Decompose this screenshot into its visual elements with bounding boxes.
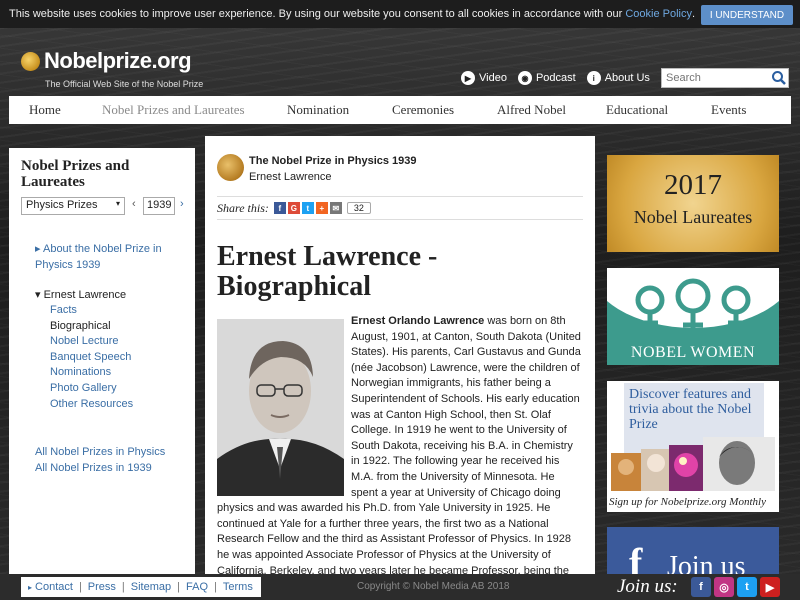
instagram-icon[interactable]: ◎: [714, 577, 734, 597]
promo-collage-image: [611, 437, 775, 491]
nav-alfred-nobel[interactable]: Alfred Nobel: [497, 102, 566, 118]
subnav-nobel-lecture[interactable]: Nobel Lecture: [50, 334, 133, 350]
promo-2017-laureates[interactable]: 2017 Nobel Laureates: [607, 155, 779, 252]
subnav-other-resources[interactable]: Other Resources: [50, 397, 133, 413]
video-label: Video: [479, 72, 507, 84]
email-share-icon[interactable]: ✉: [329, 202, 342, 214]
cookie-text: This website uses cookies to improve use…: [9, 8, 623, 20]
about-us-label: About Us: [604, 72, 650, 84]
year-field[interactable]: 1939: [143, 197, 175, 215]
logo-medal-icon[interactable]: [21, 52, 40, 71]
footer-links: ▸ Contact | Press | Sitemap | FAQ | Term…: [21, 577, 261, 597]
promo-monthly-signup[interactable]: Discover features and trivia about the N…: [607, 381, 779, 512]
promo-women-label: NOBEL WOMEN: [630, 344, 756, 361]
year-prev-icon[interactable]: ‹: [132, 198, 136, 210]
footer-press[interactable]: Press: [88, 581, 116, 593]
nav-ceremonies[interactable]: Ceremonies: [392, 102, 454, 118]
footer-sitemap[interactable]: Sitemap: [131, 581, 171, 593]
nav-prizes-laureates[interactable]: Nobel Prizes and Laureates: [102, 102, 245, 118]
footer-faq[interactable]: FAQ: [186, 581, 208, 593]
category-value: Physics Prizes: [26, 199, 98, 211]
biography-text: Ernest Orlando Lawrence was born on 8th …: [217, 314, 582, 595]
laureate-name: Ernest Lawrence: [249, 171, 332, 183]
main-nav: Home Nobel Prizes and Laureates Nominati…: [9, 96, 791, 124]
footer-contact[interactable]: Contact: [35, 581, 73, 593]
nav-nomination[interactable]: Nomination: [287, 102, 349, 118]
podcast-label: Podcast: [535, 72, 576, 84]
page-title: Ernest Lawrence - Biographical: [217, 241, 438, 302]
all-physics-link[interactable]: All Nobel Prizes in Physics: [35, 444, 165, 460]
sidebar-item-current[interactable]: ▾ Ernest Lawrence: [35, 288, 126, 301]
search-icon[interactable]: [771, 70, 787, 86]
site-logo[interactable]: Nobelprize.org: [44, 48, 192, 74]
info-icon: i: [586, 71, 601, 85]
join-us-label: Join us:: [617, 576, 678, 597]
cookie-accept-button[interactable]: I UNDERSTAND: [701, 5, 793, 25]
biography-name: Ernest Orlando Lawrence: [351, 315, 485, 327]
promo-nobel-women[interactable]: NOBEL WOMEN: [607, 268, 779, 365]
top-links: ▶ Video ◉ Podcast i About Us: [461, 71, 650, 85]
sidebar-item-about[interactable]: ▸ About the Nobel Prize in Physics 1939: [35, 241, 185, 273]
youtube-icon[interactable]: ▶: [760, 577, 780, 597]
google-plus-share-icon[interactable]: G: [287, 202, 300, 214]
all-1939-link[interactable]: All Nobel Prizes in 1939: [35, 460, 165, 476]
female-symbols-icon: [635, 278, 751, 336]
promo-year: 2017: [664, 169, 722, 201]
current-arrow-icon: ▾: [35, 289, 41, 301]
footer-terms[interactable]: Terms: [223, 581, 253, 593]
about-label: About the Nobel Prize in Physics 1939: [35, 243, 162, 271]
laureate-subnav: Facts Biographical Nobel Lecture Banquet…: [50, 303, 133, 412]
twitter-share-icon[interactable]: t: [301, 202, 314, 214]
cookie-period: .: [691, 8, 696, 20]
copyright: Copyright © Nobel Media AB 2018: [357, 581, 510, 592]
about-us-link[interactable]: i About Us: [586, 71, 650, 85]
sidebar-all-links: All Nobel Prizes in Physics All Nobel Pr…: [35, 444, 165, 476]
sidebar-heading: Nobel Prizes and Laureates: [21, 158, 130, 190]
year-next-icon[interactable]: ›: [180, 198, 184, 210]
subnav-photo-gallery[interactable]: Photo Gallery: [50, 381, 133, 397]
promo-join-us[interactable]: f Join us: [607, 527, 779, 577]
subnav-facts[interactable]: Facts: [50, 303, 133, 319]
play-icon: ▶: [461, 71, 475, 85]
nav-educational[interactable]: Educational: [606, 102, 668, 118]
cookie-policy-link[interactable]: Cookie Policy: [625, 8, 692, 20]
left-sidebar: Nobel Prizes and Laureates Physics Prize…: [9, 148, 195, 574]
subnav-biographical[interactable]: Biographical: [50, 319, 133, 335]
share-bar: Share this: f G t + ✉ 32: [217, 196, 583, 220]
nav-events[interactable]: Events: [711, 102, 746, 118]
nav-home[interactable]: Home: [29, 102, 61, 118]
contact-arrow-icon: ▸: [28, 582, 33, 592]
subnav-banquet-speech[interactable]: Banquet Speech: [50, 350, 133, 366]
share-count: 32: [346, 202, 371, 214]
facebook-share-icon[interactable]: f: [273, 202, 286, 214]
twitter-icon[interactable]: t: [737, 577, 757, 597]
main-content: The Nobel Prize in Physics 1939 Ernest L…: [205, 136, 595, 592]
site-tagline: The Official Web Site of the Nobel Prize: [45, 79, 204, 89]
podcast-icon: ◉: [517, 71, 532, 85]
promo-laureates-label: Nobel Laureates: [633, 207, 753, 227]
about-arrow-icon: ▸: [35, 243, 41, 255]
facebook-icon[interactable]: f: [691, 577, 711, 597]
category-select[interactable]: Physics Prizes ▾: [21, 197, 125, 215]
add-share-icon[interactable]: +: [315, 202, 328, 214]
facebook-icon: f: [629, 540, 643, 577]
share-label: Share this:: [217, 200, 269, 215]
prize-title[interactable]: The Nobel Prize in Physics 1939: [249, 155, 417, 167]
video-link[interactable]: ▶ Video: [461, 71, 507, 85]
podcast-link[interactable]: ◉ Podcast: [517, 71, 576, 85]
promo-signup-text: Sign up for Nobelprize.org Monthly: [609, 496, 766, 508]
nobel-medal-icon: [217, 154, 244, 181]
search-input[interactable]: [661, 68, 789, 88]
cookie-bar: This website uses cookies to improve use…: [0, 0, 800, 28]
subnav-nominations[interactable]: Nominations: [50, 365, 133, 381]
current-label: Ernest Lawrence: [43, 289, 127, 301]
select-caret-icon: ▾: [115, 199, 120, 208]
